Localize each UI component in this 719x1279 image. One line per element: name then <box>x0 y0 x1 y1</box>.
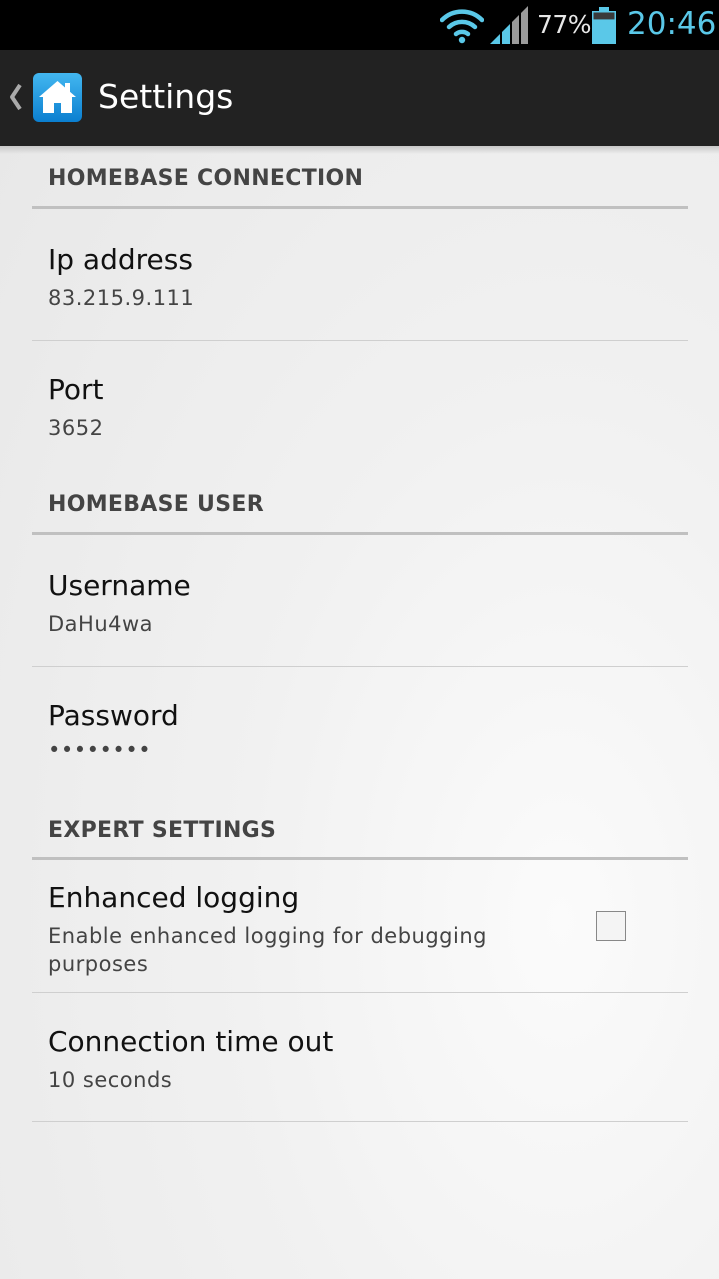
pref-ip-address-title: Ip address <box>48 243 193 276</box>
pref-connection-timeout-title: Connection time out <box>48 1025 334 1058</box>
pref-connection-timeout-summary: 10 seconds <box>48 1068 173 1092</box>
pref-password-title: Password <box>48 699 179 732</box>
action-bar-shadow <box>0 146 719 154</box>
enhanced-logging-checkbox[interactable] <box>596 911 626 941</box>
pref-password-summary: •••••••• <box>48 738 152 762</box>
pref-username-summary: DaHu4wa <box>48 612 154 636</box>
section-header-homebase-user: HOMEBASE USER <box>48 492 264 517</box>
page-title: Settings <box>98 77 234 116</box>
clock: 20:46 <box>627 6 717 42</box>
chevron-left-icon[interactable] <box>6 74 24 120</box>
battery-percentage: 77% <box>537 10 592 39</box>
section-header-homebase-connection: HOMEBASE CONNECTION <box>48 166 364 191</box>
wifi-icon <box>440 9 484 44</box>
cell-signal-icon <box>490 6 528 44</box>
action-bar: Settings <box>0 50 719 146</box>
section-header-expert-settings: EXPERT SETTINGS <box>48 818 277 843</box>
status-bar: 77% 20:46 <box>0 0 719 50</box>
battery-icon <box>592 7 616 44</box>
pref-port[interactable] <box>32 341 688 471</box>
home-icon[interactable] <box>33 73 82 122</box>
pref-username-title: Username <box>48 569 191 602</box>
pref-port-title: Port <box>48 373 104 406</box>
pref-port-summary: 3652 <box>48 416 104 440</box>
item-divider <box>32 1121 688 1122</box>
pref-ip-address-summary: 83.215.9.111 <box>48 286 195 310</box>
pref-enhanced-logging-summary: Enable enhanced logging for debugging pu… <box>48 924 487 976</box>
pref-enhanced-logging-title: Enhanced logging <box>48 881 300 914</box>
pref-password[interactable] <box>32 667 688 797</box>
